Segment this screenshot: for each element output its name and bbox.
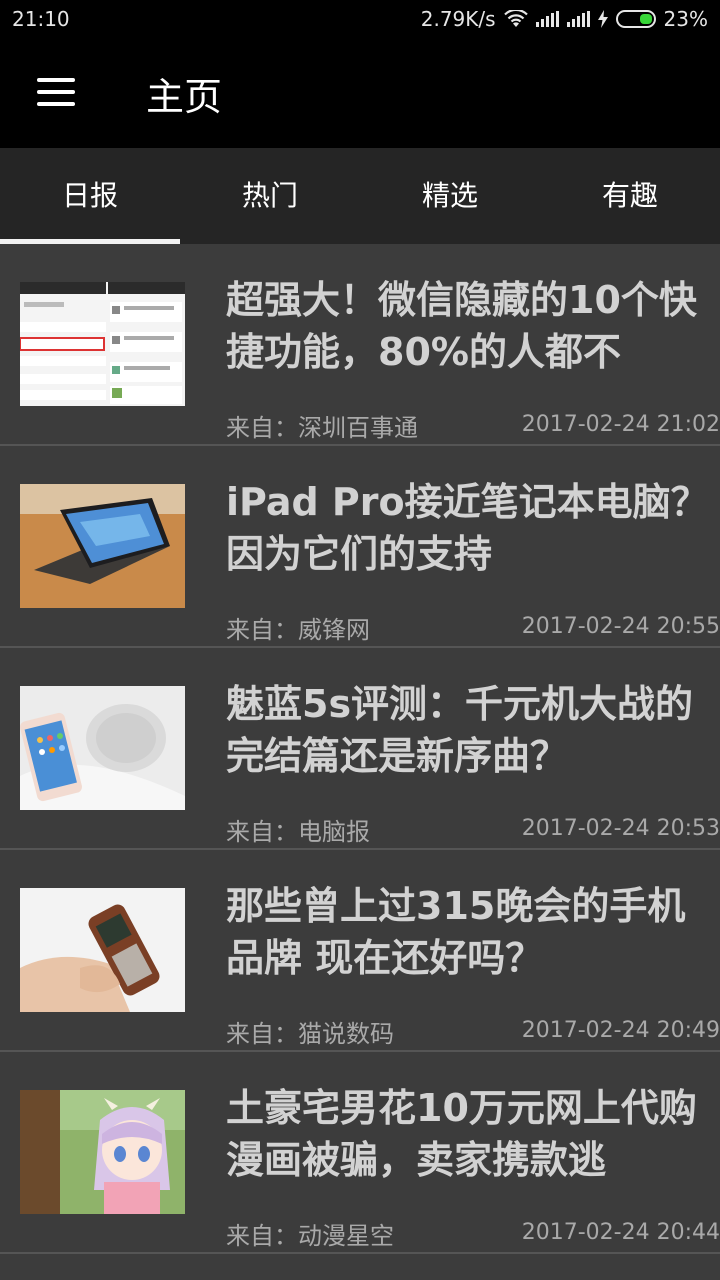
nokia-phone-image	[20, 888, 185, 1012]
battery-icon	[615, 10, 656, 28]
article-source: 来自：威锋网	[226, 616, 370, 644]
article-source: 来自：深圳百事通	[226, 414, 418, 442]
network-speed: 2.79K/s	[420, 7, 496, 31]
signal-icon	[535, 11, 559, 27]
article-item[interactable]: 魅蓝5s评测：千元机大战的完结篇还是新序曲？ 来自：电脑报 2017-02-24…	[0, 648, 720, 850]
article-item[interactable]: 那些曾上过315晚会的手机品牌 现在还好吗？ 来自：猫说数码 2017-02-2…	[0, 850, 720, 1052]
charging-icon	[597, 10, 608, 28]
article-item[interactable]: 土豪宅男花10万元网上代购漫画被骗，卖家携款逃 来自：动漫星空 2017-02-…	[0, 1052, 720, 1254]
signal-icon	[566, 11, 590, 27]
article-time: 2017-02-24 21:02	[521, 412, 720, 437]
tab-featured[interactable]: 精选	[360, 148, 540, 244]
tab-fun[interactable]: 有趣	[540, 148, 720, 244]
article-title: iPad Pro接近笔记本电脑？因为它们的支持	[226, 480, 709, 576]
article-title: 魅蓝5s评测：千元机大战的完结篇还是新序曲？	[226, 682, 694, 778]
tab-daily[interactable]: 日报	[0, 148, 180, 244]
article-title: 那些曾上过315晚会的手机品牌 现在还好吗？	[226, 884, 686, 980]
article-time: 2017-02-24 20:55	[521, 614, 720, 639]
article-source: 来自：猫说数码	[226, 1020, 394, 1048]
page-title: 主页	[146, 75, 223, 119]
article-time: 2017-02-24 20:44	[521, 1220, 720, 1245]
article-item[interactable]: 超强大！微信隐藏的10个快捷功能，80%的人都不 来自：深圳百事通 2017-0…	[0, 244, 720, 446]
anime-girl-image	[20, 1090, 185, 1214]
menu-icon[interactable]	[30, 72, 80, 112]
article-time: 2017-02-24 20:53	[521, 816, 720, 841]
article-source: 来自：电脑报	[226, 818, 370, 846]
battery-level: 23%	[663, 7, 708, 31]
meizu-phone-image	[20, 686, 185, 810]
article-time: 2017-02-24 20:49	[521, 1018, 720, 1043]
tab-bar: 日报 热门 精选 有趣	[0, 148, 720, 244]
article-title: 土豪宅男花10万元网上代购漫画被骗，卖家携款逃	[226, 1086, 697, 1182]
article-title: 超强大！微信隐藏的10个快捷功能，80%的人都不	[226, 278, 697, 374]
tab-hot[interactable]: 热门	[180, 148, 360, 244]
article-source: 来自：动漫星空	[226, 1222, 394, 1250]
article-list: 超强大！微信隐藏的10个快捷功能，80%的人都不 来自：深圳百事通 2017-0…	[0, 244, 720, 1280]
wechat-screenshot-image	[20, 282, 185, 406]
ipad-pro-image	[20, 484, 185, 608]
article-item[interactable]: iPad Pro接近笔记本电脑？因为它们的支持 来自：威锋网 2017-02-2…	[0, 446, 720, 648]
status-time: 21:10	[12, 7, 70, 31]
status-bar: 21:10 2.79K/s 23%	[0, 0, 720, 38]
wifi-icon	[503, 10, 528, 27]
app-bar: 主页	[0, 38, 720, 148]
